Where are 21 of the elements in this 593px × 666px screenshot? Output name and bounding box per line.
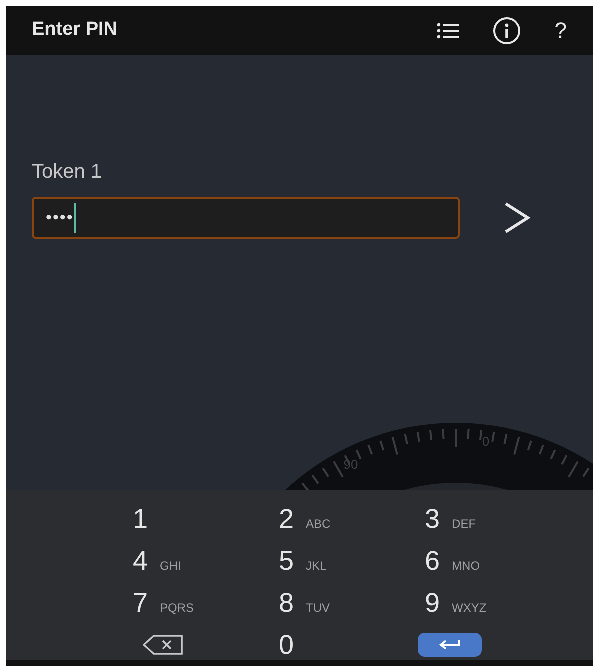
digit-key[interactable]: 0 bbox=[279, 632, 294, 658]
backspace-icon[interactable] bbox=[143, 635, 183, 655]
digit-key[interactable]: 9 WXYZ bbox=[425, 590, 487, 616]
digit-key[interactable]: 4 GHI bbox=[133, 548, 182, 574]
digit-key[interactable]: 7 PQRS bbox=[133, 590, 194, 616]
help-button[interactable]: ? bbox=[554, 20, 567, 42]
digit-key[interactable]: 6 MNO bbox=[425, 548, 480, 574]
chevron-right-icon[interactable] bbox=[503, 201, 531, 235]
pin-value: •••• bbox=[46, 207, 74, 230]
list-icon[interactable] bbox=[436, 22, 459, 38]
digit-key[interactable]: 1 bbox=[133, 506, 148, 532]
token-label: Token 1 bbox=[32, 160, 104, 185]
digit-key[interactable]: 2 ABC bbox=[279, 506, 331, 532]
pin-input-field[interactable]: •••• bbox=[32, 197, 460, 239]
screen-title: Enter PIN bbox=[32, 18, 119, 42]
digit-key[interactable]: 8 TUV bbox=[279, 590, 330, 616]
enter-button[interactable] bbox=[418, 633, 482, 657]
info-icon[interactable] bbox=[492, 16, 521, 44]
digit-key[interactable]: 3 DEF bbox=[425, 506, 476, 532]
return-arrow-icon bbox=[439, 639, 461, 651]
digit-key[interactable]: 5 JKL bbox=[279, 548, 327, 574]
